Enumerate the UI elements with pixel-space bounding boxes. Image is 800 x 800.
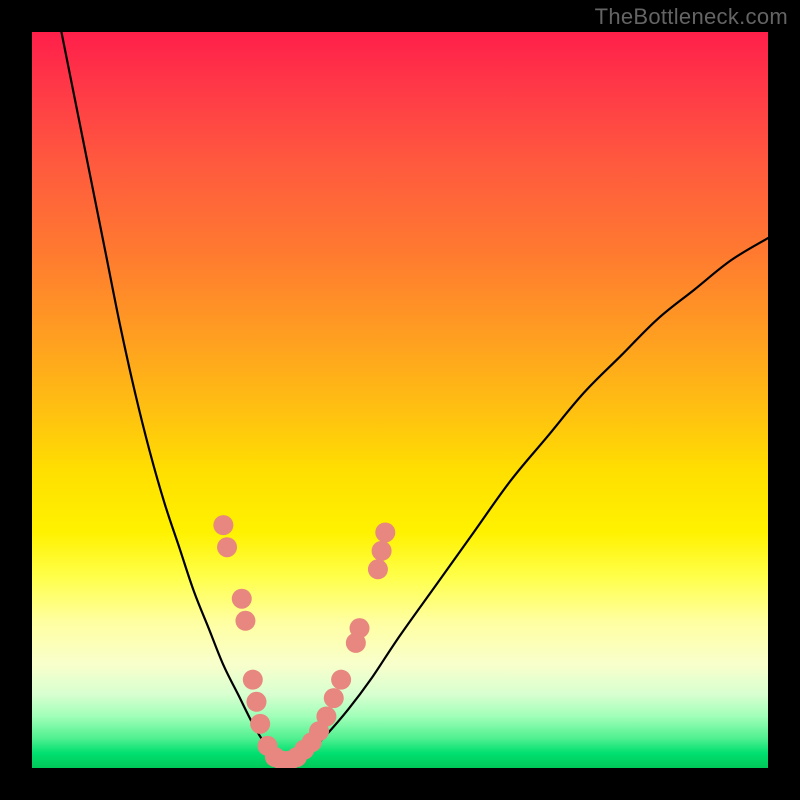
plot-area <box>32 32 768 768</box>
scatter-point <box>213 515 233 535</box>
scatter-point <box>368 559 388 579</box>
scatter-point <box>316 706 336 726</box>
watermark-label: TheBottleneck.com <box>595 4 788 30</box>
scatter-point <box>235 611 255 631</box>
scatter-point <box>375 522 395 542</box>
scatter-point <box>250 714 270 734</box>
curve-left-curve <box>61 32 285 764</box>
scatter-point <box>372 541 392 561</box>
scatter-point <box>350 618 370 638</box>
chart-container: TheBottleneck.com <box>0 0 800 800</box>
scatter-point <box>243 670 263 690</box>
scatter-point <box>246 692 266 712</box>
chart-svg <box>32 32 768 768</box>
curve-right-curve <box>290 238 768 764</box>
scatter-point <box>331 670 351 690</box>
scatter-point <box>232 589 252 609</box>
scatter-point <box>217 537 237 557</box>
scatter-point <box>324 688 344 708</box>
